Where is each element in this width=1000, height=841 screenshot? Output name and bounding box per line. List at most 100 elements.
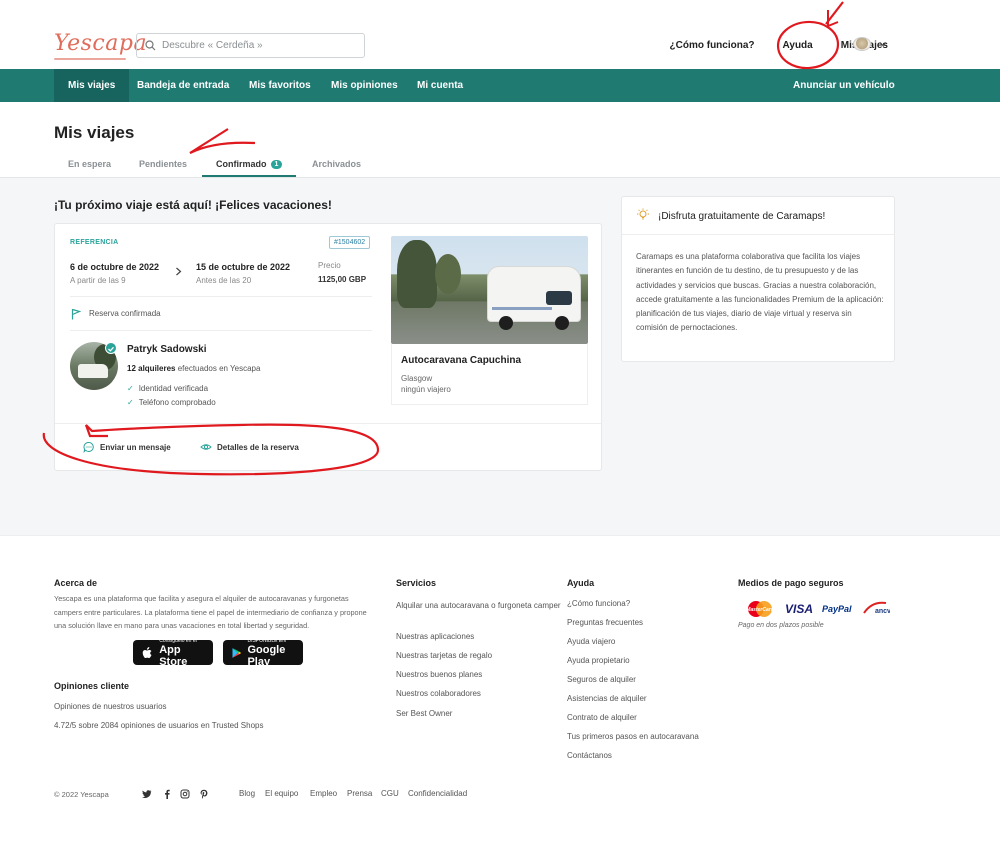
footer-link-jobs[interactable]: Empleo [310, 789, 337, 798]
pinterest-icon[interactable] [199, 789, 209, 799]
mastercard-icon: MasterCard [746, 601, 775, 617]
next-trip-heading: ¡Tu próximo viaje está aquí! ¡Felices va… [54, 198, 332, 212]
footer-payment-title: Medios de pago seguros [738, 578, 844, 588]
footer-link-cgu[interactable]: CGU [381, 789, 399, 798]
photo-tree [435, 254, 461, 294]
tab-confirmed[interactable]: Confirmado 1 [202, 153, 297, 177]
nav-item-favorites[interactable]: Mis favoritos [235, 69, 325, 102]
google-play-badge[interactable]: DISPONIBLE EN Google Play [223, 638, 303, 668]
vehicle-name[interactable]: Autocaravana Capuchina [401, 355, 521, 366]
chat-bubble-icon [83, 441, 95, 453]
send-message-button[interactable]: Enviar un mensaje [83, 437, 171, 457]
help-link[interactable]: Ayuda [783, 40, 813, 51]
end-time-note: Antes de las 20 [196, 276, 252, 285]
vehicle-city: Glasgow [401, 374, 433, 383]
photo-wheel [555, 316, 569, 330]
footer-link-insurance[interactable]: Seguros de alquiler [567, 675, 636, 684]
footer-link-assistance[interactable]: Asistencias de alquiler [567, 694, 647, 703]
owner-rentals: 12 alquileres efectuados en Yescapa [127, 364, 260, 373]
paypal-logo: PayPal [822, 604, 852, 614]
footer-link-deals[interactable]: Nuestros buenos planes [396, 670, 482, 679]
start-time-note: A partir de las 9 [70, 276, 126, 285]
app-store-text: Consíguelo en el App Store [159, 638, 205, 668]
search-input[interactable] [162, 40, 352, 51]
footer-link-user-reviews[interactable]: Opiniones de nuestros usuarios [54, 702, 167, 711]
footer-link-first-steps[interactable]: Tus primeros pasos en autocaravana [567, 732, 699, 741]
promo-title: ¡Disfruta gratuitamente de Caramaps! [658, 211, 826, 222]
lightbulb-icon [637, 208, 649, 220]
apple-icon [142, 646, 152, 658]
nav-item-reviews[interactable]: Mis opiniones [317, 69, 412, 102]
top-header: Yescapa ¿Cómo funciona? Ayuda Mis viajes [0, 0, 1000, 69]
main-nav: Mis viajes Bandeja de entrada Mis favori… [0, 69, 1000, 102]
divider [70, 330, 372, 331]
ancv-text: ancv [875, 608, 890, 615]
footer-link-traveller-help[interactable]: Ayuda viajero [567, 637, 615, 646]
footer-services-title: Servicios [396, 578, 437, 588]
header-links: ¿Cómo funciona? Ayuda Mis viajes [642, 35, 888, 55]
footer-link-contact[interactable]: Contáctanos [567, 751, 612, 760]
footer-link-faq[interactable]: Preguntas frecuentes [567, 618, 643, 627]
yescapa-logo[interactable]: Yescapa [54, 31, 147, 56]
footer-about-title: Acerca de [54, 578, 98, 588]
nav-item-account[interactable]: Mi cuenta [403, 69, 477, 102]
twitter-icon[interactable] [142, 789, 152, 799]
nav-item-inbox[interactable]: Bandeja de entrada [123, 69, 243, 102]
promo-text: Caramaps es una plataforma colaborativa … [636, 252, 884, 333]
avatar-van [78, 364, 108, 378]
booking-details-label: Detalles de la reserva [217, 442, 299, 452]
instagram-icon[interactable] [180, 789, 190, 799]
check-icon: ✓ [127, 384, 134, 393]
photo-stripe [492, 307, 552, 310]
tab-pending[interactable]: Pendientes [125, 153, 201, 177]
footer-link-privacy[interactable]: Confidencialidad [408, 789, 467, 798]
chevron-down-icon[interactable] [879, 40, 887, 48]
tab-archived[interactable]: Archivados [298, 153, 375, 177]
chevron-right-icon [176, 267, 182, 276]
mastercard-logo: MasterCard [745, 598, 775, 620]
mastercard-text: MasterCard [746, 607, 774, 613]
owner-name[interactable]: Patryk Sadowski [127, 344, 206, 355]
nav-item-list-vehicle[interactable]: Anunciar un vehículo [779, 69, 909, 102]
vehicle-photo[interactable] [391, 236, 588, 344]
footer-reviews-title: Opiniones cliente [54, 681, 130, 691]
divider [70, 296, 372, 297]
footer-help-title: Ayuda [567, 578, 595, 588]
google-play-big: Google Play [247, 643, 286, 668]
phone-verified: ✓ Teléfono comprobado [127, 398, 216, 407]
flag-icon [71, 308, 81, 320]
footer-link-contract[interactable]: Contrato de alquiler [567, 713, 637, 722]
ancv-icon: ancv [863, 601, 890, 615]
footer-link-trusted-shops[interactable]: 4.72/5 sobre 2084 opiniones de usuarios … [54, 721, 263, 730]
footer-link-gift-cards[interactable]: Nuestras tarjetas de regalo [396, 651, 492, 660]
footer-link-owner-help[interactable]: Ayuda propietario [567, 656, 630, 665]
footer-link-press[interactable]: Prensa [347, 789, 372, 798]
footer-link-team[interactable]: El equipo [265, 789, 298, 798]
footer-link-rent[interactable]: Alquilar una autocaravana o furgoneta ca… [396, 599, 561, 613]
tab-confirmed-label: Confirmado [216, 159, 267, 169]
ancv-logo: ancv [862, 598, 890, 620]
google-play-text: DISPONIBLE EN Google Play [247, 638, 295, 668]
caramaps-promo: ¡Disfruta gratuitamente de Caramaps! Car… [621, 196, 895, 362]
footer-link-blog[interactable]: Blog [239, 789, 255, 798]
payment-note: Pago en dos plazos posible [738, 622, 824, 629]
identity-verified: ✓ Identidad verificada [127, 384, 208, 393]
footer-link-partners[interactable]: Nuestros colaboradores [396, 689, 481, 698]
nav-item-my-trips[interactable]: Mis viajes [54, 69, 130, 102]
app-store-big: App Store [159, 643, 188, 668]
confirmed-count-badge: 1 [270, 160, 283, 169]
tab-waiting[interactable]: En espera [54, 153, 125, 177]
facebook-icon[interactable] [162, 789, 172, 799]
search-icon [145, 40, 156, 51]
how-it-works-link[interactable]: ¿Cómo funciona? [670, 40, 755, 51]
footer-link-apps[interactable]: Nuestras aplicaciones [396, 632, 474, 641]
vehicle-travellers: ningún viajero [401, 385, 451, 394]
footer-link-best-owner[interactable]: Ser Best Owner [396, 709, 452, 718]
booking-details-button[interactable]: Detalles de la reserva [200, 437, 299, 457]
logo-underline [54, 58, 126, 60]
footer-link-how[interactable]: ¿Cómo funciona? [567, 599, 630, 608]
search-box[interactable] [136, 33, 365, 58]
photo-tree [397, 240, 437, 308]
app-store-badge[interactable]: Consíguelo en el App Store [133, 638, 213, 668]
user-avatar[interactable] [853, 37, 871, 51]
